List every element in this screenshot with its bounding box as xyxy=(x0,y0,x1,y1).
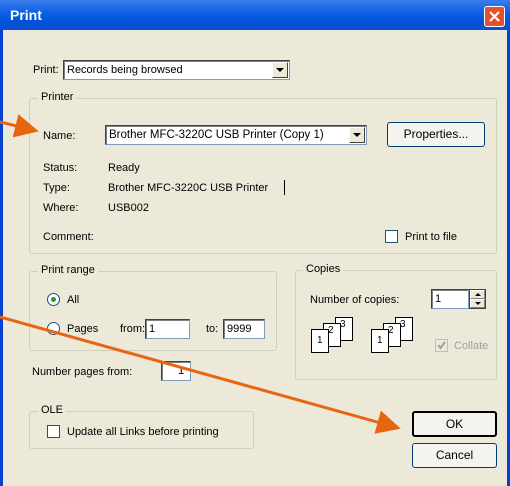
arrow-to-ok xyxy=(0,315,401,434)
annotation-arrows xyxy=(0,114,401,434)
arrow-to-name xyxy=(0,114,39,138)
